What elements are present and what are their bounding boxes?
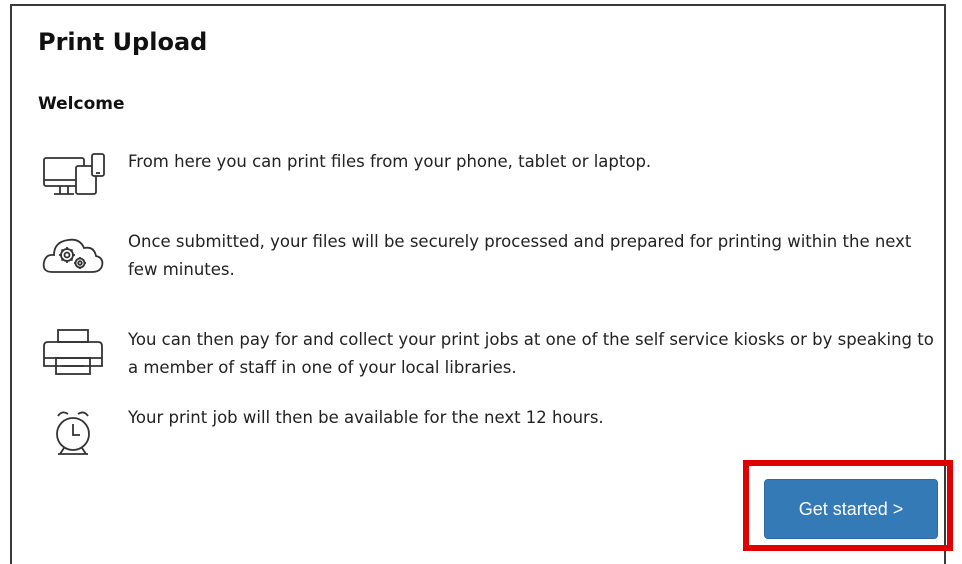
step-text: From here you can print files from your … bbox=[128, 152, 652, 171]
welcome-heading: Welcome bbox=[38, 94, 125, 114]
devices-icon bbox=[40, 148, 106, 202]
step-text: Once submitted, your files will be secur… bbox=[128, 232, 912, 279]
step-text: You can then pay for and collect your pr… bbox=[128, 330, 934, 377]
alarm-clock-icon bbox=[40, 404, 106, 458]
printer-icon bbox=[40, 326, 106, 380]
get-started-button[interactable]: Get started > bbox=[764, 479, 938, 539]
step-text: Your print job will then be available fo… bbox=[128, 408, 604, 427]
page-title: Print Upload bbox=[38, 28, 208, 56]
cloud-gears-icon bbox=[40, 228, 106, 282]
